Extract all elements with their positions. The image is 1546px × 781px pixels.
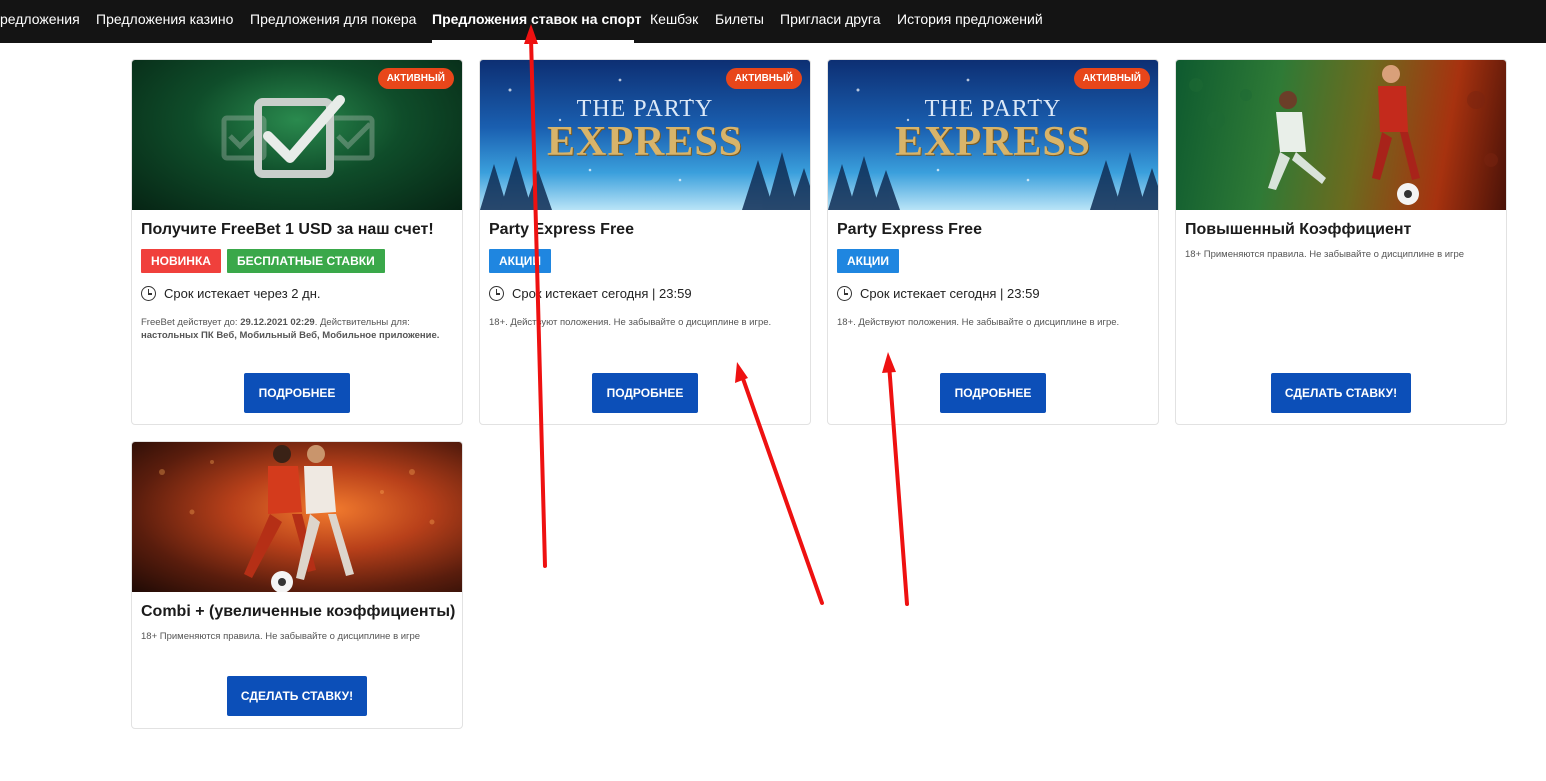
status-badge: АКТИВНЫЙ [725, 68, 802, 89]
nav-item-sports-offers[interactable]: Предложения ставок на спорт [432, 11, 641, 27]
nav-item-poker-offers[interactable]: Предложения для покера [250, 11, 416, 27]
tag-new: НОВИНКА [141, 249, 221, 273]
card-title: Party Express Free [489, 221, 634, 238]
expiry-text: Срок истекает через 2 дн. [164, 286, 321, 301]
nav-item-invite-friend[interactable]: Пригласи друга [780, 11, 881, 27]
terms-mid: . Действительны для: [314, 317, 410, 328]
clock-icon [489, 286, 504, 301]
expiry-info: Срок истекает через 2 дн. [141, 286, 320, 301]
tag-free-bets: БЕСПЛАТНЫЕ СТАВКИ [227, 249, 385, 273]
nav-item-tickets[interactable]: Билеты [715, 11, 764, 27]
active-tab-indicator [432, 40, 634, 43]
offer-card-party-express: THE PARTY EXPRESS АКТИВНЫЙ Party Express… [827, 59, 1159, 425]
card-terms: 18+ Применяются правила. Не забывайте о … [141, 631, 421, 642]
terms-platforms: настольных ПК Веб, Мобильный Веб, Мобиль… [141, 330, 440, 341]
terms-prefix: FreeBet действует до: [141, 317, 241, 328]
card-title: Получите FreeBet 1 USD за наш счет! [141, 221, 434, 238]
card-title: Combi + (увеличенные коэффициенты) [141, 603, 456, 620]
expiry-text: Срок истекает сегодня | 23:59 [512, 286, 692, 301]
status-badge: АКТИВНЫЙ [377, 68, 454, 89]
terms-date: 29.12.2021 02:29 [240, 317, 315, 328]
nav-item-offers[interactable]: редложения [0, 11, 80, 27]
place-bet-button[interactable]: СДЕЛАТЬ СТАВКУ! [1271, 373, 1411, 413]
offer-card-freebet: АКТИВНЫЙ Получите FreeBet 1 USD за наш с… [131, 59, 463, 425]
card-banner [1176, 60, 1506, 210]
banner-title-line2: EXPRESS [894, 119, 1092, 165]
details-button[interactable]: ПОДРОБНЕЕ [592, 373, 698, 413]
football-players-icon [159, 445, 435, 592]
card-banner: THE PARTY EXPRESS АКТИВНЫЙ [828, 60, 1158, 210]
top-navigation: редложения Предложения казино Предложени… [0, 0, 1546, 43]
nav-item-casino-offers[interactable]: Предложения казино [96, 11, 233, 27]
offer-card-combi-plus: Combi + (увеличенные коэффициенты) 18+ П… [131, 441, 463, 729]
card-terms: FreeBet действует до: 29.12.2021 02:29. … [141, 316, 457, 342]
card-banner [132, 442, 462, 592]
expiry-text: Срок истекает сегодня | 23:59 [860, 286, 1040, 301]
clock-icon [141, 286, 156, 301]
offer-card-boosted-odds: Повышенный Коэффициент 18+ Применяются п… [1175, 59, 1507, 425]
card-title: Повышенный Коэффициент [1185, 221, 1412, 238]
tag-promotions: АКЦИИ [837, 249, 900, 273]
card-terms: 18+ Применяются правила. Не забывайте о … [1185, 249, 1465, 260]
banner-title-line2: EXPRESS [546, 119, 744, 165]
football-players-icon [1189, 65, 1498, 205]
tag-promotions: АКЦИИ [489, 249, 552, 273]
clock-icon [837, 286, 852, 301]
expiry-info: Срок истекает сегодня | 23:59 [489, 286, 692, 301]
card-banner: АКТИВНЫЙ [132, 60, 462, 210]
card-terms: 18+. Действуют положения. Не забывайте о… [489, 317, 772, 328]
place-bet-button[interactable]: СДЕЛАТЬ СТАВКУ! [227, 676, 367, 716]
details-button[interactable]: ПОДРОБНЕЕ [244, 373, 350, 413]
card-title: Party Express Free [837, 221, 982, 238]
status-badge: АКТИВНЫЙ [1073, 68, 1150, 89]
details-button[interactable]: ПОДРОБНЕЕ [940, 373, 1046, 413]
card-banner: THE PARTY EXPRESS АКТИВНЫЙ [480, 60, 810, 210]
card-terms: 18+. Действуют положения. Не забывайте о… [837, 317, 1120, 328]
nav-item-cashback[interactable]: Кешбэк [650, 11, 698, 27]
nav-item-offer-history[interactable]: История предложений [897, 11, 1043, 27]
offer-card-party-express: THE PARTY EXPRESS АКТИВНЫЙ Party Express… [479, 59, 811, 425]
expiry-info: Срок истекает сегодня | 23:59 [837, 286, 1040, 301]
